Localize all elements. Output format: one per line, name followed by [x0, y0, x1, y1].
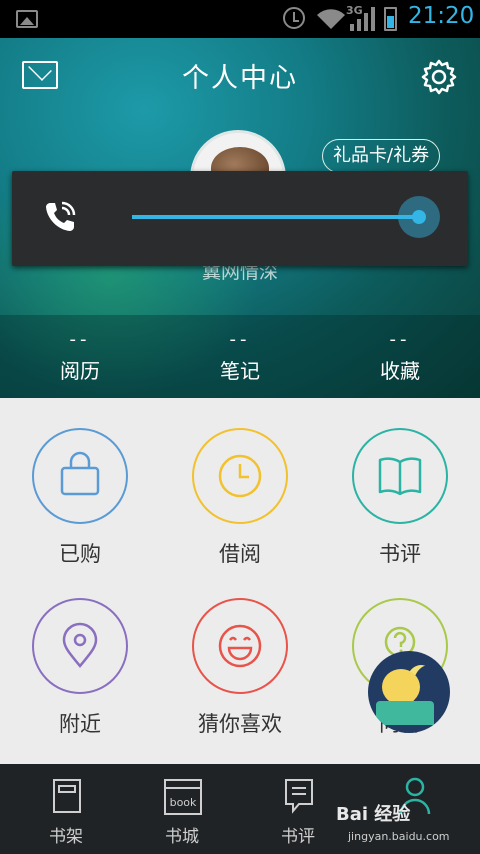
stat-label: 阅历: [60, 359, 100, 383]
status-bar: 3G 21:20: [0, 0, 480, 38]
clock-icon: [192, 428, 288, 524]
grid-item-label: 已购: [59, 542, 101, 566]
grid-item-nearby[interactable]: 附近: [0, 568, 160, 738]
grid-item-purchased[interactable]: 已购: [0, 398, 160, 568]
volume-track[interactable]: [132, 215, 422, 219]
grid-item-label: 猜你喜欢: [198, 712, 282, 736]
watermark: Bai 经验: [336, 804, 411, 825]
bookstore-icon-text: book: [170, 796, 197, 809]
shopping-bag-icon: [32, 428, 128, 524]
comment-icon: [285, 779, 313, 814]
watermark-url: jingyan.baidu.com: [348, 830, 450, 843]
stat-reading-history[interactable]: -- 阅历: [0, 315, 160, 384]
gear-icon[interactable]: [420, 58, 458, 96]
nav-label: 书城: [165, 827, 199, 847]
grid-item-label: 书评: [379, 542, 421, 566]
stats-bar: -- 阅历 -- 笔记 -- 收藏: [0, 315, 480, 398]
battery-icon: [384, 7, 397, 31]
smiley-icon: [192, 598, 288, 694]
grid-item-reviews[interactable]: 书评: [320, 398, 480, 568]
phone-call-icon: [46, 201, 76, 231]
stat-label: 笔记: [220, 359, 260, 383]
volume-thumb[interactable]: [412, 210, 426, 224]
stat-value: --: [389, 329, 411, 350]
stat-value: --: [69, 329, 91, 350]
bookstore-icon: book: [164, 779, 202, 815]
image-notification-icon: [16, 10, 38, 28]
grid-item-label: 附近: [59, 712, 101, 736]
reading-mascot-icon[interactable]: [368, 651, 450, 733]
grid-item-borrowed[interactable]: 借阅: [160, 398, 320, 568]
nav-label: 书架: [49, 827, 83, 847]
alarm-icon: [283, 7, 305, 29]
page-title: 个人中心: [182, 63, 298, 94]
bookshelf-icon: [53, 779, 81, 813]
location-pin-icon: [32, 598, 128, 694]
clock-time: 21:20: [408, 3, 475, 29]
signal-icon: [350, 7, 375, 31]
nav-item-bookshelf[interactable]: 书架: [6, 764, 126, 854]
open-book-icon: [352, 428, 448, 524]
stat-label: 收藏: [380, 359, 420, 383]
nav-item-bookstore[interactable]: book 书城: [122, 764, 242, 854]
gift-card-button[interactable]: 礼品卡/礼券: [322, 139, 441, 173]
grid-item-label: 借阅: [219, 542, 261, 566]
stat-value: --: [229, 329, 251, 350]
stat-notes[interactable]: -- 笔记: [160, 315, 320, 384]
stat-favorites[interactable]: -- 收藏: [320, 315, 480, 384]
call-volume-overlay: [12, 171, 468, 266]
wifi-icon: [317, 9, 345, 30]
grid-item-recommend[interactable]: 猜你喜欢: [160, 568, 320, 738]
